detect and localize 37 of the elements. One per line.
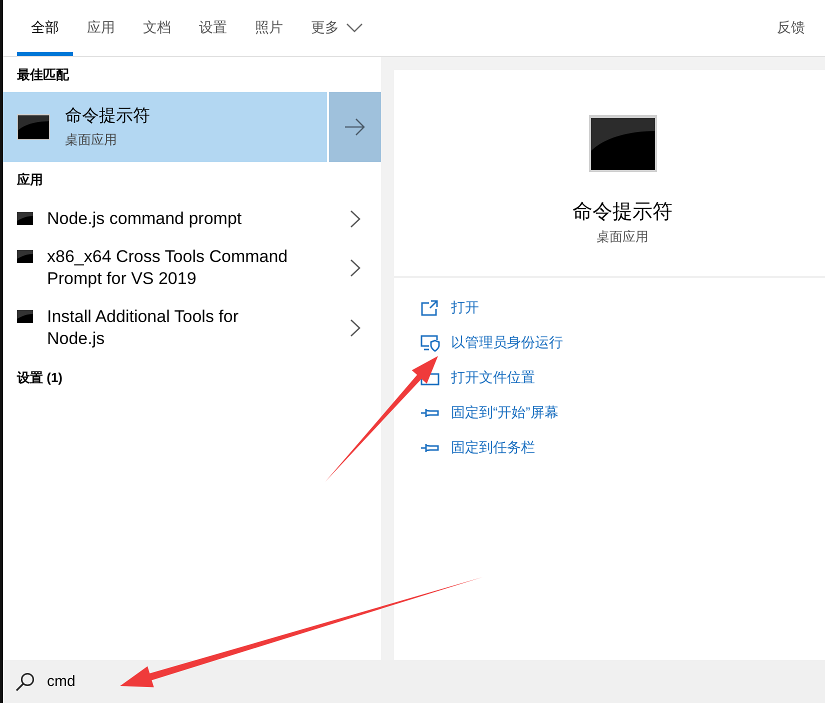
app-title: 命令提示符: [65, 105, 150, 127]
section-heading: 设置 (1): [16, 369, 64, 387]
chevron-right-icon: [350, 259, 361, 277]
tab[interactable]: 文档: [129, 0, 185, 56]
action-link[interactable]: 固定到“开始”屏幕: [394, 395, 558, 430]
best-match-item[interactable]: 命令提示符 桌面应用: [3, 92, 327, 162]
section-heading: 应用: [16, 171, 44, 189]
tab[interactable]: 全部: [17, 0, 73, 56]
app-subtitle: 桌面应用: [65, 131, 118, 149]
section-heading: 最佳匹配: [16, 66, 70, 84]
app-title: 命令提示符: [572, 200, 672, 225]
shield-monitor-icon: [420, 332, 440, 352]
tab[interactable]: 设置: [185, 0, 241, 56]
tab[interactable]: 应用: [73, 0, 129, 56]
search-icon: [15, 672, 35, 692]
search-field[interactable]: cmd: [47, 670, 227, 692]
app-list-item[interactable]: x86_x64 Cross Tools Command Prompt for VS 2019: [3, 238, 381, 298]
terminal-icon: [17, 212, 33, 225]
terminal-icon: [17, 250, 33, 263]
open-external-icon: [420, 298, 440, 318]
expand-button[interactable]: [329, 92, 381, 162]
arrow-right-icon: [345, 118, 365, 136]
terminal-icon: [588, 115, 656, 172]
action-link[interactable]: 固定到任务栏: [394, 430, 535, 465]
action-link[interactable]: 打开: [394, 290, 479, 325]
chevron-right-icon: [350, 210, 361, 228]
app-list-item[interactable]: Node.js command prompt: [3, 200, 381, 238]
chevron-down-icon: [346, 23, 363, 33]
terminal-icon: [17, 310, 33, 323]
tab[interactable]: 更多: [297, 0, 377, 56]
terminal-icon: [17, 114, 50, 140]
tab[interactable]: 照片: [241, 0, 297, 56]
app-subtitle: 桌面应用: [596, 228, 648, 246]
action-link[interactable]: 以管理员身份运行: [394, 325, 563, 360]
app-list-item[interactable]: Install Additional Tools for Node.js: [3, 298, 381, 358]
feedback-link[interactable]: 反馈: [777, 0, 805, 56]
chevron-right-icon: [350, 319, 361, 337]
